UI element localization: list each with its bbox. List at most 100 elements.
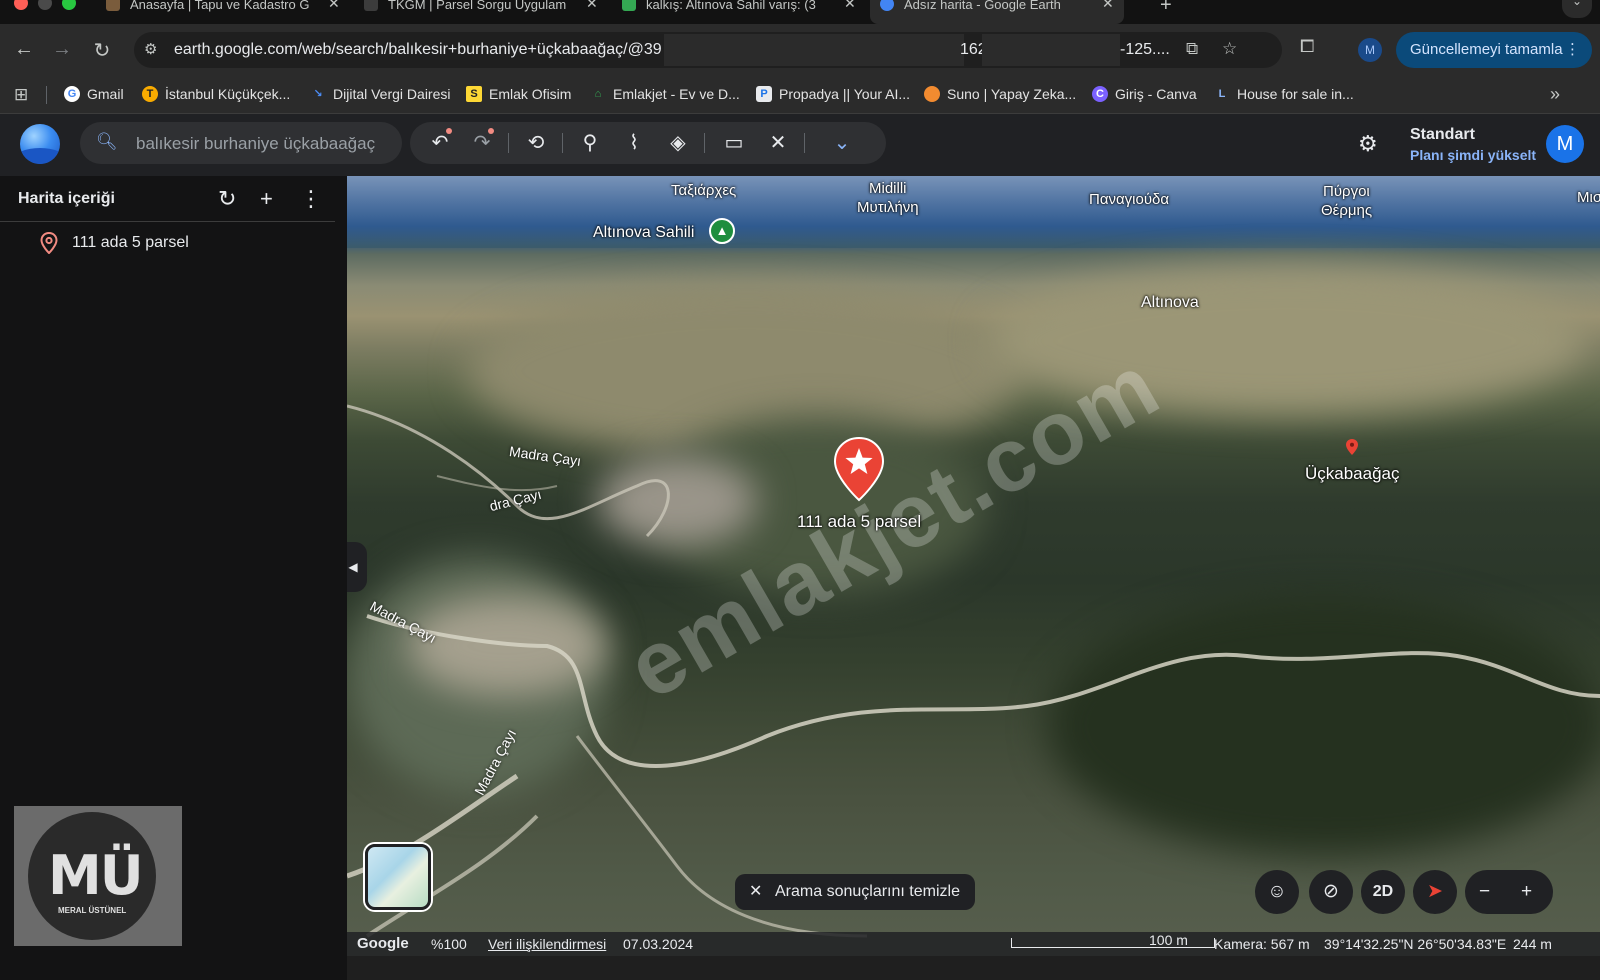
place-label[interactable]: Altınova Sahili [593, 224, 694, 242]
search-icon[interactable]: 🔍︎ [96, 132, 118, 152]
place-label[interactable]: Midilli [869, 180, 907, 197]
bookmark-item[interactable]: S Emlak Ofisim [466, 86, 571, 102]
toggle-2d-button[interactable]: 2D [1361, 870, 1405, 914]
bookmark-item[interactable]: C Giriş - Canva [1092, 86, 1197, 102]
map-style-thumbnail[interactable] [365, 844, 431, 910]
tab-search-button[interactable]: ⌄ [1562, 0, 1592, 18]
parcel-star-pin-icon[interactable] [833, 436, 885, 502]
panel-divider [0, 221, 335, 222]
url-fragment: -125.... [1120, 41, 1170, 58]
data-attribution-link[interactable]: Veri ilişkilendirmesi [488, 936, 606, 952]
tab-title: Anasayfa | Tapu ve Kadastro G [130, 0, 310, 12]
more-options-icon[interactable]: ⋮ [300, 186, 322, 212]
bookmark-item[interactable]: ⌂ Emlakjet - Ev ve D... [590, 86, 740, 102]
new-tab-button[interactable]: + [1160, 0, 1172, 17]
compass-icon[interactable]: ➤ [1413, 870, 1457, 914]
bookmark-label: İstanbul Küçükçek... [165, 86, 291, 102]
beach-poi-icon[interactable]: ▲ [709, 218, 735, 244]
minimize-window-button[interactable] [38, 0, 52, 10]
reload-icon[interactable]: ↻ [90, 38, 114, 63]
logo-monogram: MÜ [48, 844, 144, 907]
more-bookmarks-icon[interactable]: » [1550, 84, 1560, 105]
bookmark-divider [46, 86, 47, 104]
person-icon: ☺ [1267, 881, 1287, 902]
place-label[interactable]: Πύργοι [1323, 183, 1370, 200]
tools-icon[interactable]: ✕ [764, 130, 792, 158]
apps-grid-icon[interactable]: ⊞ [14, 85, 28, 105]
imagery-date: 07.03.2024 [623, 936, 694, 952]
bookmark-item[interactable]: L House for sale in... [1214, 86, 1354, 102]
refresh-icon[interactable]: ↻ [218, 186, 236, 212]
bookmark-item[interactable]: P Propadya || Your AI... [756, 86, 910, 102]
forward-arrow-icon[interactable]: → [50, 38, 74, 61]
add-path-icon[interactable]: ⌇ [620, 130, 648, 158]
search-input[interactable]: balıkesir burhaniye üçkabaağaç [136, 134, 392, 154]
zoom-out-button[interactable]: − [1479, 870, 1490, 914]
place-label[interactable]: Μισ [1577, 189, 1600, 206]
place-label[interactable]: Ταξιάρχες [671, 182, 736, 199]
collapse-panel-button[interactable]: ◀ [347, 542, 367, 592]
browser-tab-active[interactable]: Adsız harita - Google Earth ✕ [870, 0, 1124, 24]
bookmark-item[interactable]: G Gmail [64, 86, 124, 102]
emlakjet-house-icon: ⌂ [594, 88, 602, 100]
account-avatar[interactable]: M [1546, 125, 1584, 163]
add-icon[interactable]: + [260, 186, 273, 212]
gear-icon[interactable]: ⚙ [1358, 131, 1378, 157]
pegman-street-view-icon[interactable]: ☺ [1255, 870, 1299, 914]
zoom-in-button[interactable]: + [1521, 870, 1532, 914]
place-label[interactable]: Παναγιούδα [1089, 191, 1169, 208]
toolbar-divider [704, 133, 705, 153]
clear-search-results-button[interactable]: ✕ Arama sonuçlarını temizle [735, 874, 975, 910]
ground-elevation: 244 m [1513, 936, 1552, 952]
maximize-window-button[interactable] [62, 0, 76, 10]
place-label[interactable]: Μυτιλήνη [857, 199, 919, 216]
reset-tilt-icon[interactable]: ⊘ [1309, 870, 1353, 914]
earth-3d-map[interactable]: emlakjet.com Ταξιάρχες Midilli Μυτιλήνη … [347, 176, 1600, 956]
undo-icon[interactable]: ↶ [426, 130, 454, 158]
bookmark-label: Emlakjet - Ev ve D... [613, 86, 740, 102]
back-arrow-icon[interactable]: ← [12, 38, 36, 61]
place-label[interactable]: Altınova [1141, 294, 1199, 312]
close-tab-icon[interactable]: ✕ [844, 0, 856, 12]
more-menu-icon[interactable]: ⋮ [1565, 32, 1580, 68]
bookmark-label: Propadya || Your AI... [779, 86, 911, 102]
list-item[interactable]: 111 ada 5 parsel [40, 232, 189, 254]
bookmark-star-icon[interactable]: ☆ [1222, 39, 1237, 59]
browser-toolbar: ← → ↻ ⚙ earth.google.com/web/search/balı… [0, 24, 1600, 76]
measure-ruler-icon[interactable]: ▭ [720, 130, 748, 158]
bookmark-label: House for sale in... [1237, 86, 1354, 102]
bookmark-item[interactable]: ↘ Dijital Vergi Dairesi [310, 86, 450, 102]
profile-button[interactable]: M [1358, 38, 1382, 62]
place-label[interactable]: Üçkabaağaç [1305, 464, 1400, 484]
close-tab-icon[interactable]: ✕ [586, 0, 598, 12]
place-label[interactable]: Θέρμης [1321, 202, 1372, 219]
redo-icon[interactable]: ↷ [468, 130, 496, 158]
site-settings-icon[interactable]: ⚙ [144, 40, 157, 58]
browser-tab[interactable]: Anasayfa | Tapu ve Kadastro G ✕ [106, 0, 340, 24]
google-earth-logo-icon[interactable] [20, 124, 60, 164]
browser-tab[interactable]: kalkış: Altınova Sahil varış: (3 ✕ [622, 0, 856, 24]
history-icon[interactable]: ⟲ [522, 130, 550, 158]
parcel-label[interactable]: 111 ada 5 parsel [797, 512, 921, 532]
install-app-icon[interactable]: ⧉ [1186, 39, 1198, 59]
bookmark-item[interactable]: T İstanbul Küçükçek... [142, 86, 290, 102]
address-bar[interactable]: ⚙ earth.google.com/web/search/balıkesir+… [134, 32, 1282, 68]
earth-search-box[interactable]: 🔍︎ balıkesir burhaniye üçkabaağaç [80, 122, 402, 164]
browser-tab[interactable]: TKGM | Parsel Sorgu Uygulam ✕ [364, 0, 598, 24]
close-window-button[interactable] [14, 0, 28, 10]
toolbar-divider [562, 133, 563, 153]
extensions-puzzle-icon[interactable]: ⧠ [1300, 36, 1314, 57]
chevron-down-icon[interactable]: ⌄ [828, 130, 856, 158]
village-pin-icon[interactable] [1345, 438, 1359, 456]
istanbul-bookmark-icon: T [142, 86, 158, 102]
update-browser-button[interactable]: Güncellemeyi tamamla ⋮ [1396, 32, 1592, 68]
close-tab-icon[interactable]: ✕ [328, 0, 340, 12]
add-placemark-icon[interactable]: ⚲ [576, 130, 604, 158]
close-tab-icon[interactable]: ✕ [1102, 0, 1114, 12]
layers-icon[interactable]: ◈ [664, 130, 692, 158]
bookmark-item[interactable]: ● Suno | Yapay Zeka... [924, 86, 1076, 102]
tab-strip: Anasayfa | Tapu ve Kadastro G ✕ TKGM | P… [0, 0, 1600, 24]
upgrade-plan-link[interactable]: Planı şimdi yükselt [1410, 147, 1536, 163]
camera-altitude: Kamera: 567 m [1214, 936, 1310, 952]
redaction-block [982, 34, 1120, 66]
